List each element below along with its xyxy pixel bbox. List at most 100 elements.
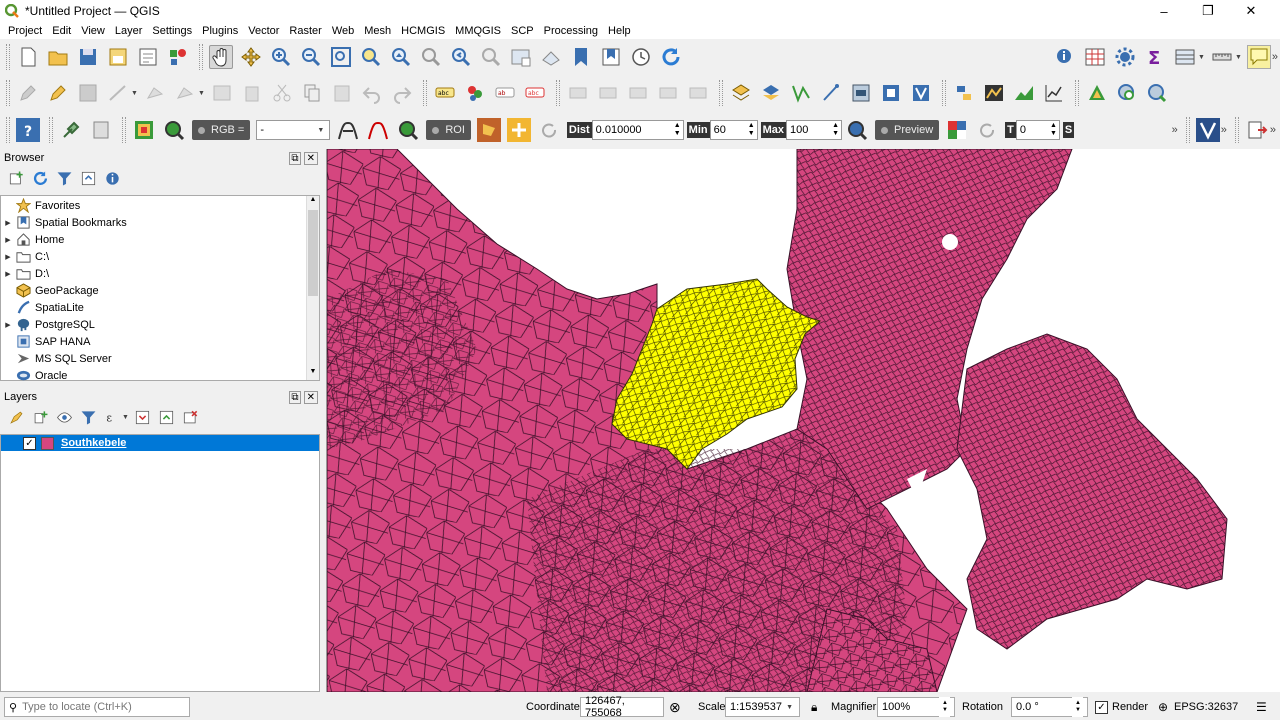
chevron-down-icon[interactable]: ▼	[198, 90, 205, 97]
add-layer-icon[interactable]	[6, 168, 26, 188]
close-panel-icon[interactable]: ✕	[303, 151, 318, 165]
toggle-extents-icon[interactable]: ⊗	[669, 699, 681, 716]
map-rendering[interactable]	[327, 149, 1280, 692]
coordinate-field[interactable]: 126467, 755068	[580, 695, 664, 719]
menu-layer[interactable]: Layer	[110, 25, 148, 37]
spin-arrows-icon[interactable]: ▲ ▼	[939, 697, 950, 717]
move-label-icon[interactable]	[596, 81, 620, 105]
menu-processing[interactable]: Processing	[539, 25, 603, 37]
add-delimited-text-icon[interactable]	[759, 81, 783, 105]
toolbar-grip[interactable]	[49, 117, 53, 143]
browser-item[interactable]: ▶ Home	[1, 231, 319, 248]
browser-item[interactable]: GeoPackage	[1, 282, 319, 299]
quickmapservices-icon[interactable]	[1145, 81, 1169, 105]
classification-preview-icon[interactable]	[945, 118, 969, 142]
save-edits-icon[interactable]	[76, 81, 100, 105]
edit-attributes-icon[interactable]	[210, 81, 234, 105]
rotate-label-icon[interactable]	[626, 81, 650, 105]
menu-scp[interactable]: SCP	[506, 25, 539, 37]
menu-raster[interactable]: Raster	[284, 25, 326, 37]
refresh-icon[interactable]	[659, 45, 683, 69]
crs-label[interactable]: EPSG:32637	[1174, 701, 1238, 713]
digitize-icon[interactable]	[819, 81, 843, 105]
current-edits-icon[interactable]	[16, 81, 40, 105]
expand-arrow-icon[interactable]: ▶	[1, 270, 15, 278]
new-3d-view-icon[interactable]	[539, 45, 563, 69]
layer-styling-icon[interactable]	[6, 407, 26, 427]
spin-arrows-icon[interactable]: ▲ ▼	[832, 122, 839, 138]
float-panel-icon[interactable]: ⧉	[289, 390, 301, 404]
diagram-options-icon[interactable]	[463, 81, 487, 105]
refresh-icon[interactable]	[30, 168, 50, 188]
minimize-button[interactable]: –	[1141, 0, 1187, 22]
chevron-down-icon[interactable]: ▼	[131, 90, 138, 97]
manage-visibility-icon[interactable]	[54, 407, 74, 427]
scale-combo[interactable]: 1:1539537 ▼	[725, 697, 800, 717]
toolbar-more-icon[interactable]: »	[1272, 51, 1278, 63]
scp-tools-icon[interactable]	[59, 118, 83, 142]
zoom-to-layer-icon[interactable]	[389, 45, 413, 69]
save-project-icon[interactable]	[76, 45, 100, 69]
activate-roi-pointer-icon[interactable]	[506, 118, 531, 142]
chevron-down-icon[interactable]: ▼	[1198, 54, 1205, 61]
copy-features-icon[interactable]	[300, 81, 324, 105]
new-map-view-icon[interactable]	[509, 45, 533, 69]
max-spinbox[interactable]: 100 ▲ ▼	[786, 120, 843, 140]
pan-to-selection-icon[interactable]	[239, 45, 263, 69]
attribute-table-icon[interactable]	[1083, 45, 1107, 69]
expand-arrow-icon[interactable]: ▶	[1, 236, 15, 244]
open-table-icon[interactable]	[1173, 45, 1197, 69]
toolbar-grip[interactable]	[122, 117, 126, 143]
expand-arrow-icon[interactable]: ▶	[1, 321, 15, 329]
measure-line-icon[interactable]	[1210, 45, 1234, 69]
rotation-spinbox[interactable]: 0.0 ° ▲ ▼	[1011, 697, 1088, 717]
zoom-roi-icon[interactable]	[396, 118, 420, 142]
zoom-out-icon[interactable]	[299, 45, 323, 69]
collapse-all-icon[interactable]	[78, 168, 98, 188]
layer-item[interactable]: ✓ Southkebele	[1, 435, 319, 451]
save-as-icon[interactable]	[106, 45, 130, 69]
spin-arrows-icon[interactable]: ▲ ▼	[674, 122, 681, 138]
style-manager-icon[interactable]	[166, 45, 190, 69]
zoom-full-icon[interactable]	[329, 45, 353, 69]
plugin-terrain-icon[interactable]	[982, 81, 1006, 105]
toolbar-grip[interactable]	[6, 80, 10, 106]
modify-attributes-icon[interactable]	[173, 81, 197, 105]
print-layout-icon[interactable]	[136, 45, 160, 69]
label-layer-icon[interactable]: abc	[433, 81, 457, 105]
temporal-clock-icon[interactable]	[629, 45, 653, 69]
add-raster-layer-icon[interactable]	[849, 81, 873, 105]
pin-labels-icon[interactable]	[566, 81, 590, 105]
add-line-layer-icon[interactable]	[789, 81, 813, 105]
paste-features-icon[interactable]	[330, 81, 354, 105]
pan-hand-icon[interactable]	[209, 45, 233, 69]
close-button[interactable]: ✕	[1228, 0, 1274, 22]
add-wms-layer-icon[interactable]	[879, 81, 903, 105]
expand-arrow-icon[interactable]: ▶	[1, 253, 15, 261]
new-project-icon[interactable]	[16, 45, 40, 69]
chart-plot-icon[interactable]	[1042, 81, 1066, 105]
crs-globe-icon[interactable]: ⊕	[1158, 700, 1168, 714]
python-console-icon[interactable]	[952, 81, 976, 105]
statistics-sigma-icon[interactable]: Σ	[1143, 45, 1167, 69]
toolbar-grip[interactable]	[199, 44, 203, 70]
browser-scrollbar[interactable]: ▲ ▼	[306, 196, 319, 380]
cut-features-icon[interactable]	[270, 81, 294, 105]
toolbar-grip[interactable]	[555, 80, 560, 106]
chevron-down-icon[interactable]: ▼	[122, 414, 129, 421]
locator-search-box[interactable]: ⚲ Type to locate (Ctrl+K)	[4, 697, 190, 717]
scp-help-icon[interactable]: ?	[16, 118, 40, 142]
dist-spinbox[interactable]: 0.010000 ▲ ▼	[591, 120, 684, 140]
zoom-in-icon[interactable]	[269, 45, 293, 69]
profile-tool-icon[interactable]	[1012, 81, 1036, 105]
filter-expression-icon[interactable]: ε	[102, 407, 122, 427]
browser-item[interactable]: SpatiaLite	[1, 299, 319, 316]
messages-icon[interactable]: ☰	[1256, 700, 1267, 714]
export-icon[interactable]	[1245, 118, 1269, 142]
identify-features-icon[interactable]	[1053, 45, 1077, 69]
add-group-icon[interactable]	[30, 407, 50, 427]
chevron-down-icon[interactable]: ▼	[1235, 54, 1242, 61]
browser-item[interactable]: MS SQL Server	[1, 350, 319, 367]
redo-roi-icon[interactable]	[537, 118, 561, 142]
gdal-tools-icon[interactable]	[1085, 81, 1109, 105]
